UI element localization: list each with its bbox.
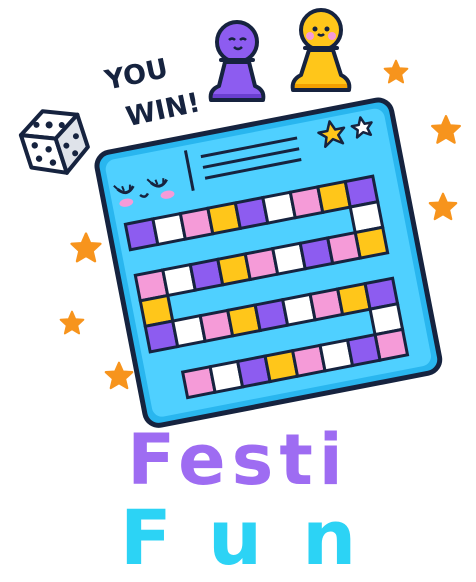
win-line-2: WIN! (123, 87, 203, 133)
title-fun: Fun (119, 493, 397, 582)
win-badge: YOU WIN! (101, 53, 203, 133)
title-line-2: Fun (0, 499, 476, 577)
star-icon (70, 232, 102, 263)
win-line-1: YOU (101, 53, 171, 97)
star-icon (431, 115, 461, 144)
yellow-pawn-icon (290, 8, 352, 92)
board-game-icon (94, 97, 443, 428)
purple-pawn-icon (208, 20, 266, 102)
star-icon (383, 59, 409, 84)
festifun-logo: YOU WIN! Festi Fun (0, 0, 476, 577)
star-icon (428, 192, 458, 221)
title-festi: Festi (126, 419, 349, 501)
star-icon (104, 361, 134, 390)
star-icon (59, 310, 85, 335)
title-line-1: Festi (0, 424, 476, 496)
dice-icon (18, 109, 90, 175)
